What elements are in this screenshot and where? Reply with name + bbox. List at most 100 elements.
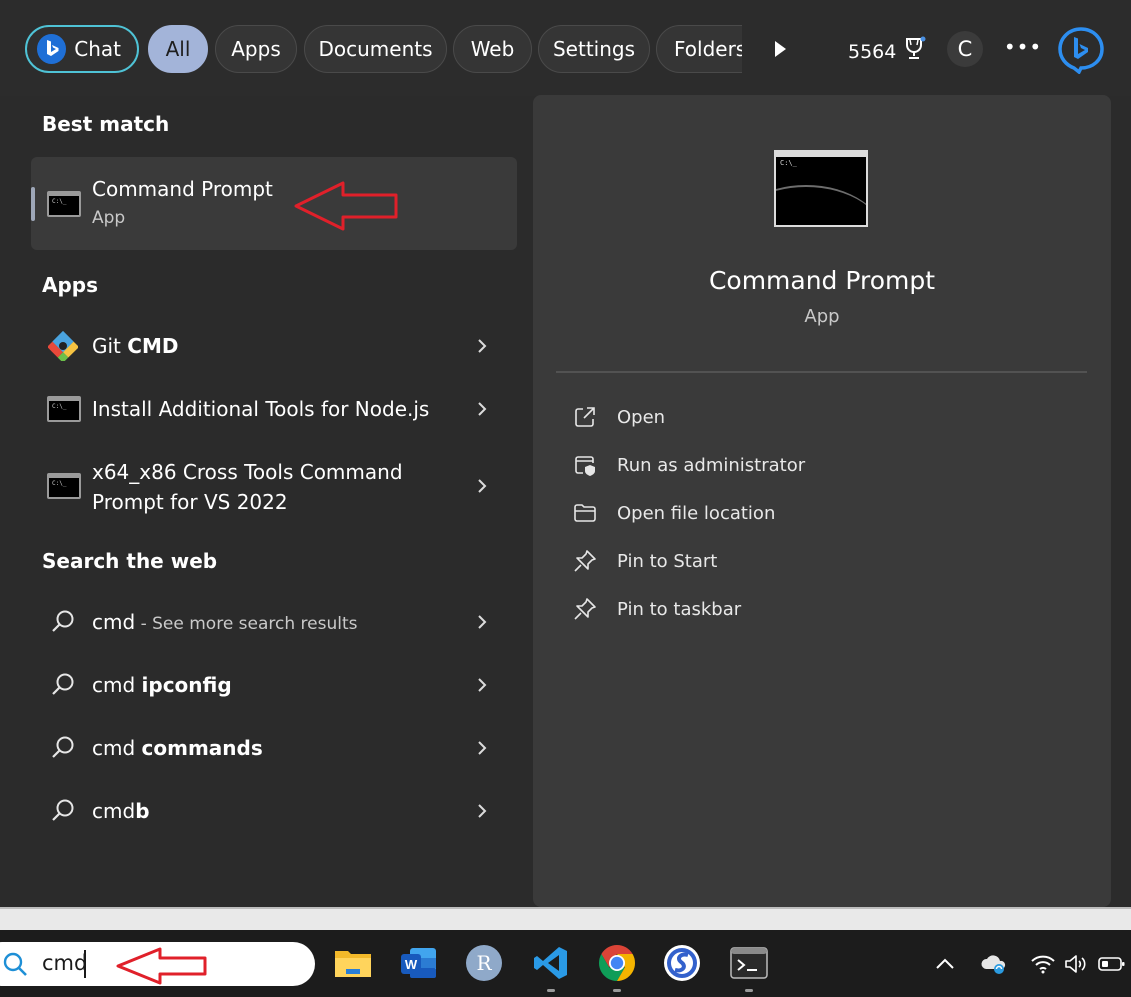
web-item-label: cmdb (92, 799, 150, 823)
web-item-suffix: - See more search results (135, 614, 358, 634)
action-label: Run as administrator (617, 454, 806, 476)
action-pin-to-start[interactable]: Pin to Start (573, 546, 717, 576)
wifi-icon[interactable] (1030, 952, 1056, 976)
profile-avatar[interactable]: C (947, 31, 983, 67)
search-filter-bar: Chat All Apps Documents Web Settings Fol… (0, 0, 1131, 96)
chevron-right-icon[interactable] (474, 801, 490, 821)
console-icon: C:\_ (47, 473, 81, 499)
shield-window-icon (575, 456, 595, 476)
window-edge (0, 907, 1131, 930)
annotation-arrow-icon (116, 947, 207, 985)
open-external-icon (575, 407, 595, 427)
bing-icon[interactable] (1057, 26, 1105, 75)
app-item-label-line2: Prompt for VS 2022 (92, 490, 288, 514)
chevron-right-icon[interactable] (474, 336, 490, 356)
annotation-arrow-icon (294, 181, 398, 231)
app-item-label-prefix: Git (92, 334, 128, 358)
app-item-label: Git CMD (92, 334, 178, 358)
filter-folders[interactable]: Folders (656, 25, 742, 73)
filter-documents[interactable]: Documents (304, 25, 447, 73)
filter-overflow: Folders (650, 20, 742, 80)
file-explorer-icon[interactable] (334, 944, 372, 982)
chat-label: Chat (74, 37, 121, 61)
web-item-completion: commands (141, 736, 263, 760)
web-item-query: cmd (92, 673, 142, 697)
vscode-icon[interactable] (532, 944, 570, 992)
best-match-item[interactable]: C:\_ Command Prompt App (31, 157, 517, 250)
profile-initial: C (957, 37, 973, 61)
web-item-label: cmd commands (92, 736, 263, 760)
selection-indicator (31, 187, 35, 221)
action-open-file-location[interactable]: Open file location (573, 498, 775, 528)
app-item-label-match: CMD (127, 334, 179, 358)
r-app-icon[interactable]: R (465, 944, 503, 982)
running-indicator (745, 989, 753, 992)
pin-icon (574, 550, 596, 572)
simplenote-icon[interactable] (663, 944, 701, 982)
filter-folders-label: Folders (674, 37, 742, 61)
search-icon (52, 799, 74, 821)
battery-icon[interactable] (1098, 952, 1126, 976)
web-item-label: cmd ipconfig (92, 673, 232, 697)
search-icon (52, 673, 74, 695)
action-run-as-admin[interactable]: Run as administrator (573, 450, 805, 480)
filter-all-label: All (165, 37, 191, 61)
onedrive-sync-icon[interactable] (980, 952, 1008, 976)
search-web-heading: Search the web (42, 549, 218, 573)
filter-web[interactable]: Web (453, 25, 532, 73)
best-match-heading: Best match (42, 112, 170, 136)
running-indicator (613, 989, 621, 992)
terminal-icon[interactable] (730, 944, 768, 992)
rewards-points[interactable]: 5564 (848, 36, 926, 67)
console-icon: C:\_ (47, 396, 81, 422)
app-item-label-line1: x64_x86 Cross Tools Command (92, 460, 403, 484)
svg-text:W: W (405, 957, 418, 972)
chevron-right-icon[interactable] (474, 738, 490, 758)
action-open[interactable]: Open (573, 402, 665, 432)
action-pin-to-taskbar[interactable]: Pin to taskbar (573, 594, 741, 624)
scroll-filters-right-icon[interactable] (770, 36, 790, 62)
action-label: Pin to taskbar (617, 598, 742, 620)
web-item-completion: b (135, 799, 150, 823)
web-item-label: cmd - See more search results (92, 610, 358, 634)
action-label: Open (617, 406, 666, 428)
running-indicator (547, 989, 555, 992)
chevron-right-icon[interactable] (474, 476, 490, 496)
search-icon (52, 736, 74, 758)
filter-settings[interactable]: Settings (538, 25, 650, 73)
bing-chat-icon (37, 34, 67, 64)
filter-web-label: Web (470, 37, 515, 61)
taskbar-search-text: cmd (42, 951, 88, 975)
web-item-query: cmd (92, 799, 136, 823)
chevron-right-icon[interactable] (474, 399, 490, 419)
filter-settings-label: Settings (552, 37, 636, 61)
search-icon (3, 952, 27, 976)
filter-apps[interactable]: Apps (215, 25, 297, 73)
chevron-right-icon[interactable] (474, 612, 490, 632)
search-icon (52, 610, 74, 632)
web-item-query: cmd (92, 736, 142, 760)
divider (556, 371, 1087, 373)
filter-all[interactable]: All (148, 25, 208, 73)
svg-text:R: R (476, 951, 492, 975)
web-item-completion: ipconfig (141, 673, 232, 697)
action-label: Pin to Start (617, 550, 718, 572)
taskbar: cmd W R (0, 930, 1131, 997)
more-options-icon[interactable]: ••• (1004, 32, 1041, 62)
web-item-query: cmd (92, 610, 136, 634)
word-icon[interactable]: W (400, 944, 438, 982)
chat-button[interactable]: Chat (25, 25, 139, 73)
text-cursor (84, 950, 86, 978)
action-label: Open file location (617, 502, 776, 524)
app-item-label: Install Additional Tools for Node.js (92, 397, 430, 421)
filter-documents-label: Documents (318, 37, 433, 61)
best-match-title: Command Prompt (92, 177, 273, 201)
chrome-icon[interactable] (598, 944, 636, 992)
apps-heading: Apps (42, 273, 99, 297)
folder-icon (574, 504, 596, 522)
chevron-right-icon[interactable] (474, 675, 490, 695)
chevron-up-icon[interactable] (934, 952, 956, 976)
git-icon (48, 331, 78, 361)
volume-icon[interactable] (1064, 952, 1090, 976)
best-match-subtitle: App (92, 208, 126, 228)
